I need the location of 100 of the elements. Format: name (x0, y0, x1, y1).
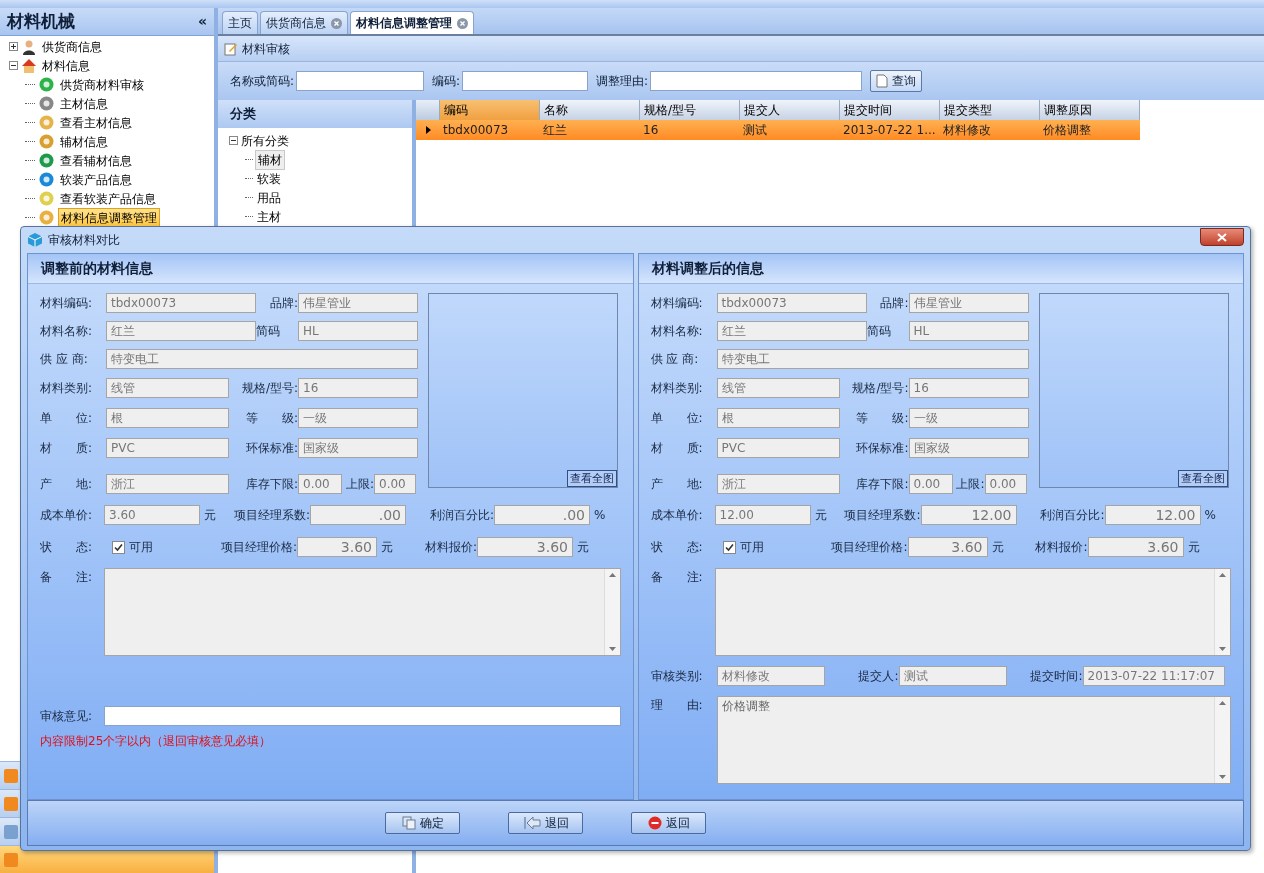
menu-item-icon (39, 115, 54, 130)
field-label: 供 应 商: (650, 351, 700, 368)
nav-icon[interactable] (3, 823, 19, 840)
dialog-button[interactable]: 确定 (385, 812, 460, 834)
document-icon (876, 74, 889, 88)
tree-item[interactable]: 主材 (255, 207, 283, 226)
column-header[interactable]: 提交类型 (940, 100, 1040, 120)
tree-item[interactable]: 所有分类 (241, 131, 289, 150)
tree-item[interactable]: 软装产品信息 (58, 170, 134, 189)
scroll-down-icon[interactable] (1219, 775, 1226, 779)
toolbar-title: 材料审核 (242, 40, 290, 58)
scroll-up-icon[interactable] (608, 573, 616, 577)
field-label: 产 地: (650, 476, 704, 493)
scroll-down-icon[interactable] (1219, 647, 1226, 651)
nav-icon[interactable] (3, 767, 19, 784)
input-field: 0.00 (298, 474, 342, 494)
field-label: 材料编码: (650, 295, 704, 312)
tab[interactable]: 供货商信息 (260, 11, 348, 34)
close-icon[interactable] (331, 17, 342, 29)
remarks-field[interactable] (714, 568, 1231, 656)
collapse-sidebar-button[interactable]: « (197, 11, 207, 32)
panel-header: 调整前的材料信息 (28, 254, 633, 284)
field-label: 材料报价: (1034, 539, 1088, 556)
tree-item[interactable]: 辅材信息 (58, 132, 110, 151)
collapse-icon[interactable] (229, 136, 238, 145)
select-all-corner[interactable] (416, 100, 440, 120)
input-field: 3.60 (1087, 537, 1184, 557)
reason-field[interactable]: 价格调整 (716, 696, 1231, 784)
unit-label: 元 (381, 539, 393, 556)
field-label: 提交人: (857, 668, 899, 685)
tree-item[interactable]: 主材信息 (58, 94, 110, 113)
input-field: .00 (310, 505, 406, 525)
search-label: 编码: (432, 73, 461, 90)
column-header[interactable]: 调整原因 (1040, 100, 1140, 120)
close-button[interactable] (1200, 228, 1244, 246)
tree-item[interactable]: 辅材 (255, 149, 285, 170)
field-label: 库存下限: (855, 476, 909, 493)
table-cell-text: 16 (642, 122, 660, 139)
dialog-button[interactable]: 返回 (631, 812, 706, 834)
column-header[interactable]: 提交人 (740, 100, 840, 120)
input-field: tbdx00073 (106, 293, 256, 313)
nav-icon[interactable] (3, 851, 19, 868)
search-field[interactable] (462, 71, 589, 91)
column-header[interactable]: 编码 (440, 100, 540, 120)
scroll-down-icon[interactable] (608, 647, 616, 651)
query-button[interactable]: 查询 (870, 70, 923, 92)
review-comment-field[interactable] (104, 706, 621, 726)
remarks-field[interactable] (104, 568, 621, 656)
tree-item[interactable]: 软装 (255, 169, 283, 188)
input-field: 红兰 (716, 321, 867, 341)
minus-circle-icon (647, 816, 662, 830)
column-header[interactable]: 规格/型号 (640, 100, 740, 120)
input-field: tbdx00073 (716, 293, 867, 313)
tab[interactable]: 材料信息调整管理 (350, 11, 474, 34)
expand-icon[interactable] (9, 42, 18, 51)
column-header[interactable]: 提交时间 (840, 100, 940, 120)
field-label: 备 注: (40, 569, 94, 586)
checkbox[interactable] (722, 540, 736, 554)
scroll-up-icon[interactable] (1219, 573, 1226, 577)
close-icon[interactable] (457, 17, 468, 29)
cube-icon (27, 232, 43, 248)
column-header[interactable]: 名称 (540, 100, 640, 120)
table-row[interactable]: tbdx00073 红兰 16 测试 2013-07-22 1... 材料修改 价格调整 (416, 120, 1140, 140)
input-field: 12.00 (714, 505, 811, 525)
tree-item[interactable]: 供货商信息 (40, 37, 104, 56)
input-field: 测试 (898, 666, 1007, 686)
scroll-up-icon[interactable] (1219, 701, 1226, 705)
input-field: 12.00 (1104, 505, 1201, 525)
search-label: 名称或简码: (230, 73, 295, 90)
nav-icon[interactable] (3, 795, 19, 812)
tree-item[interactable]: 材料信息 (40, 56, 92, 75)
tree-item[interactable]: 查看辅材信息 (58, 151, 134, 170)
view-full-image-button[interactable]: 查看全图 (1177, 470, 1228, 487)
input-field: 特变电工 (716, 349, 1029, 369)
search-field[interactable] (650, 71, 863, 91)
field-label: 上限: (344, 476, 374, 493)
input-field: 16 (298, 378, 418, 398)
field-label: 项目经理价格: (219, 539, 297, 556)
tab[interactable]: 主页 (222, 11, 258, 34)
tree-item[interactable]: 用品 (255, 188, 283, 207)
field-label: 材料类别: (650, 380, 704, 397)
table-cell-text: tbdx00073 (442, 122, 510, 139)
search-field[interactable] (296, 71, 425, 91)
field-label: 成本单价: (650, 507, 704, 524)
unit-label: 元 (814, 507, 827, 524)
tree-item[interactable]: 供货商材料审核 (58, 75, 146, 94)
input-field: 3.60 (477, 537, 573, 557)
tree-item[interactable]: 查看软装产品信息 (58, 189, 158, 208)
field-label: 材料名称: (40, 323, 94, 340)
field-label: 项目经理价格: (830, 539, 908, 556)
view-full-image-button[interactable]: 查看全图 (567, 470, 617, 487)
input-field: PVC (106, 438, 229, 458)
tree-item[interactable]: 材料信息调整管理 (58, 207, 160, 228)
checkbox[interactable] (112, 540, 125, 554)
tree-item[interactable]: 查看主材信息 (58, 113, 134, 132)
input-field: 线管 (716, 378, 840, 398)
dialog-button[interactable]: 退回 (508, 812, 583, 834)
input-field: .00 (494, 505, 590, 525)
collapse-icon[interactable] (9, 61, 18, 70)
input-field: 浙江 (716, 474, 840, 494)
